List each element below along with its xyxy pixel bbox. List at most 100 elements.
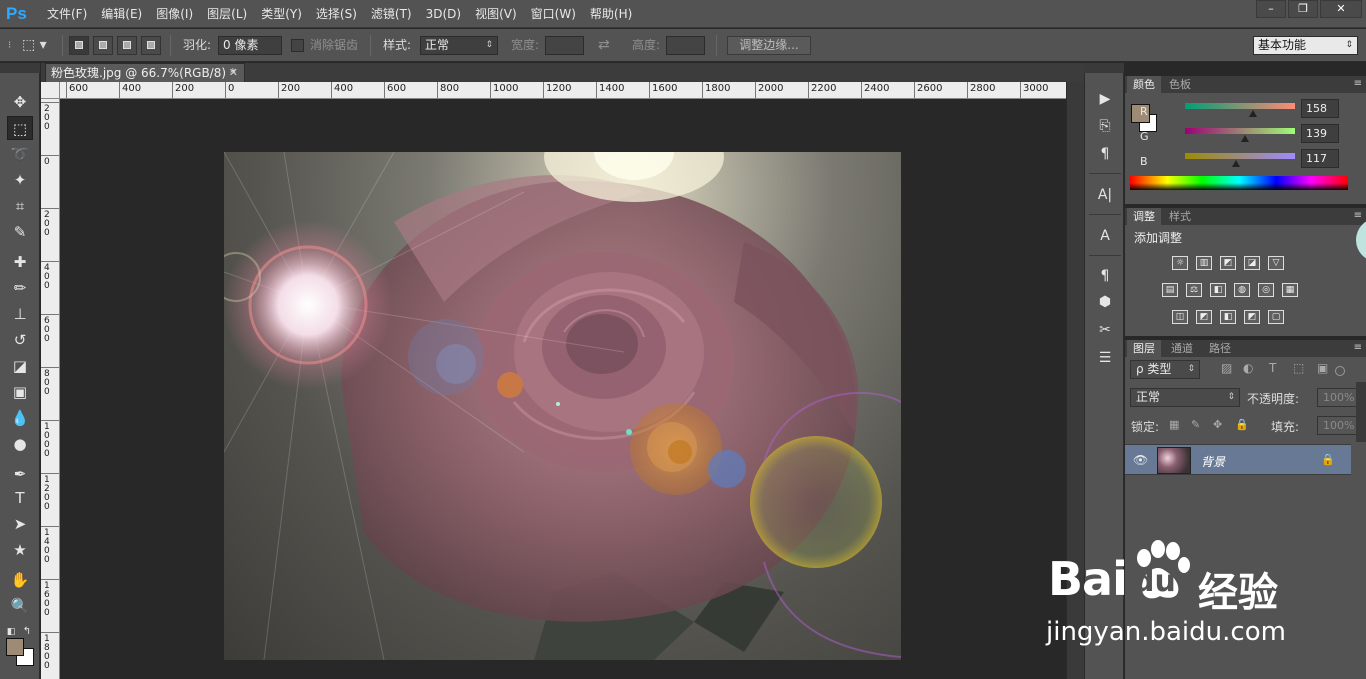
channel-mixer-icon[interactable]: ◎ <box>1258 283 1274 297</box>
height-input[interactable] <box>666 36 705 55</box>
layer-filter-select[interactable]: ρ 类型 ⇕ <box>1130 360 1200 379</box>
lock-position-icon[interactable]: ✥ <box>1213 418 1222 431</box>
workspace-select[interactable]: 基本功能 ⇕ <box>1253 36 1358 55</box>
dock-header[interactable] <box>1084 63 1124 73</box>
ruler-origin[interactable] <box>41 82 60 99</box>
magic-wand-icon[interactable]: ✦ <box>7 168 33 192</box>
filter-shape-icon[interactable]: ⬚ <box>1293 361 1304 375</box>
slider-thumb[interactable] <box>1249 110 1258 117</box>
color-lookup-icon[interactable]: ▦ <box>1282 283 1298 297</box>
paragraph-icon[interactable]: ¶ <box>1092 264 1118 288</box>
photo-filter-icon[interactable]: ◍ <box>1234 283 1250 297</box>
layer-name[interactable]: 背景 <box>1201 453 1225 470</box>
width-input[interactable] <box>545 36 584 55</box>
threshold-icon[interactable]: ◧ <box>1220 310 1236 324</box>
horizontal-ruler[interactable]: 600 400 200 0 200 400 600 800 1000 1200 1400 1600 18… <box>60 82 1066 99</box>
blend-mode-select[interactable]: 正常 ⇕ <box>1130 388 1240 407</box>
layer-row-background[interactable]: 👁 背景 🔒 <box>1125 444 1351 475</box>
document-tab[interactable]: 粉色玫瑰.jpg @ 66.7%(RGB/8) * ✕ <box>45 63 245 82</box>
menu-item[interactable]: 选择(S) <box>309 0 364 28</box>
lasso-icon[interactable]: ➰ <box>7 142 33 166</box>
menu-item[interactable]: 窗口(W) <box>524 0 583 28</box>
new-selection-icon[interactable] <box>69 36 89 55</box>
brushes-icon[interactable]: ✂ <box>1092 318 1118 342</box>
channel-slider[interactable] <box>1185 103 1295 117</box>
hand-icon[interactable]: ✋ <box>7 568 33 592</box>
3d-icon[interactable]: ⬢ <box>1092 290 1118 314</box>
curves-icon[interactable]: ◩ <box>1220 256 1236 270</box>
document-image[interactable] <box>224 152 901 660</box>
clone-stamp-icon[interactable]: ⊥ <box>7 302 33 326</box>
feather-input[interactable]: 0 像素 <box>218 36 282 55</box>
color-spectrum[interactable] <box>1130 176 1348 190</box>
filter-pixel-icon[interactable]: ▨ <box>1221 361 1232 375</box>
lock-all-icon[interactable]: 🔒 <box>1235 418 1249 431</box>
opacity-input[interactable]: 100% <box>1317 388 1357 407</box>
lock-transparent-icon[interactable]: ▦ <box>1169 418 1179 431</box>
marquee-preset-icon[interactable]: ⬚ ▾ <box>22 29 47 62</box>
path-selection-icon[interactable]: ➤ <box>7 512 33 536</box>
channel-value-input[interactable]: 117 <box>1301 149 1339 168</box>
tab-layers[interactable]: 图层 <box>1127 340 1161 357</box>
custom-shape-icon[interactable]: ★ <box>7 538 33 562</box>
vertical-ruler[interactable]: 200 0 200 400 600 800 1000 1200 1400 1600 1800 <box>41 99 60 679</box>
hue-saturation-icon[interactable]: ▤ <box>1162 283 1178 297</box>
visibility-eye-icon[interactable]: 👁 <box>1133 453 1148 467</box>
vibrance-icon[interactable]: ▽ <box>1268 256 1284 270</box>
menu-item[interactable]: 文件(F) <box>40 0 94 28</box>
tool-presets-icon[interactable]: ☰ <box>1092 346 1118 370</box>
zoom-icon[interactable]: 🔍 <box>7 594 33 618</box>
slider-thumb[interactable] <box>1231 160 1240 167</box>
panel-menu-icon[interactable]: ≡ <box>1354 210 1362 221</box>
antialias-checkbox[interactable] <box>291 39 304 52</box>
levels-icon[interactable]: ▥ <box>1196 256 1212 270</box>
black-white-icon[interactable]: ◧ <box>1210 283 1226 297</box>
filter-type-icon[interactable]: T <box>1269 361 1276 375</box>
dodge-icon[interactable]: ● <box>7 432 33 456</box>
filter-toggle[interactable] <box>1335 366 1345 376</box>
invert-icon[interactable]: ◫ <box>1172 310 1188 324</box>
tab-color[interactable]: 颜色 <box>1127 76 1161 93</box>
color-balance-icon[interactable]: ⚖ <box>1186 283 1202 297</box>
tab-paths[interactable]: 路径 <box>1203 340 1237 357</box>
pen-icon[interactable]: ✒ <box>7 462 33 486</box>
restore-button[interactable]: ❐ <box>1288 0 1318 18</box>
eraser-icon[interactable]: ◪ <box>7 354 33 378</box>
subtract-from-selection-icon[interactable] <box>117 36 137 55</box>
channel-slider[interactable] <box>1185 153 1295 167</box>
brightness-icon[interactable]: ☼ <box>1172 256 1188 270</box>
tab-swatches[interactable]: 色板 <box>1163 76 1197 93</box>
tab-styles[interactable]: 样式 <box>1163 208 1197 225</box>
slider-thumb[interactable] <box>1240 135 1249 142</box>
filter-smart-object-icon[interactable]: ▣ <box>1317 361 1328 375</box>
close-window-button[interactable]: ✕ <box>1320 0 1362 18</box>
minimize-button[interactable]: – <box>1256 0 1286 18</box>
gradient-map-icon[interactable]: ▢ <box>1268 310 1284 324</box>
crop-icon[interactable]: ⌗ <box>7 194 33 218</box>
properties-icon[interactable]: ¶ <box>1092 142 1118 166</box>
channel-slider[interactable] <box>1185 128 1295 142</box>
brush-icon[interactable]: ✏ <box>7 276 33 300</box>
history-brush-icon[interactable]: ↺ <box>7 328 33 352</box>
menu-item[interactable]: 滤镜(T) <box>364 0 419 28</box>
gradient-icon[interactable]: ▣ <box>7 380 33 404</box>
blur-icon[interactable]: 💧 <box>7 406 33 430</box>
foreground-color-swatch[interactable] <box>6 638 24 656</box>
lock-image-icon[interactable]: ✎ <box>1191 418 1200 431</box>
menu-item[interactable]: 图像(I) <box>149 0 200 28</box>
move-tool-icon[interactable]: ✥ <box>7 90 33 114</box>
panel-menu-icon[interactable]: ≡ <box>1354 342 1362 353</box>
play-icon[interactable]: ▶ <box>1092 87 1118 111</box>
channel-value-input[interactable]: 158 <box>1301 99 1339 118</box>
character-styles-icon[interactable]: A <box>1092 224 1118 248</box>
close-icon[interactable]: ✕ <box>229 64 238 82</box>
toolbar-header[interactable] <box>0 63 40 73</box>
character-icon[interactable]: A| <box>1092 183 1118 207</box>
swap-icon[interactable]: ⇄ <box>598 29 610 62</box>
menu-item[interactable]: 编辑(E) <box>94 0 149 28</box>
add-to-selection-icon[interactable] <box>93 36 113 55</box>
tab-adjustments[interactable]: 调整 <box>1127 208 1161 225</box>
healing-brush-icon[interactable]: ✚ <box>7 250 33 274</box>
menu-item[interactable]: 图层(L) <box>200 0 254 28</box>
style-select[interactable]: 正常 ⇕ <box>420 36 498 55</box>
